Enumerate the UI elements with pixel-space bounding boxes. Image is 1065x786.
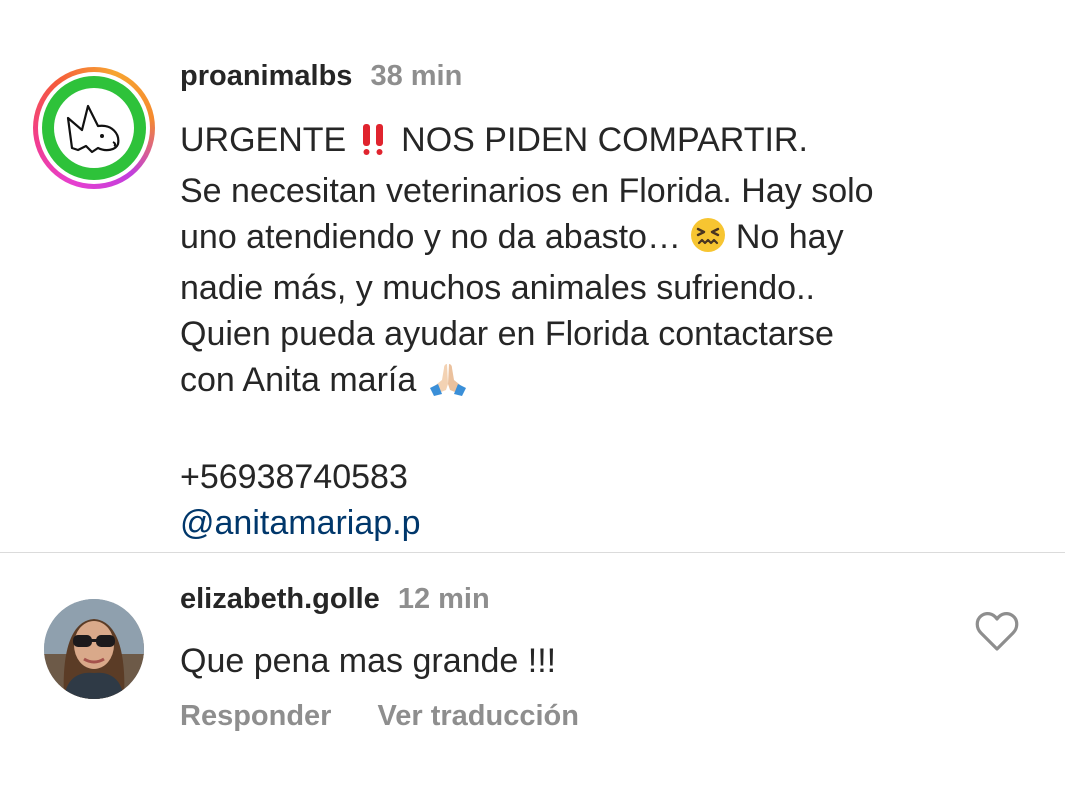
- confounded-face-icon: [690, 217, 726, 265]
- caption-line: NOS PIDEN COMPARTIR.: [401, 121, 808, 159]
- caption-line: No hay: [735, 218, 844, 256]
- post-timestamp: 38 min: [370, 60, 463, 92]
- caption-line: uno atendiendo y no da abasto…: [180, 218, 681, 256]
- folded-hands-icon: [426, 360, 470, 408]
- comment-text: Que pena mas grande !!!: [180, 642, 557, 680]
- caption-line: URGENTE: [180, 121, 347, 159]
- phone-number[interactable]: +56938740583: [180, 454, 1040, 500]
- post-header: proanimalbs 38 min: [180, 60, 462, 100]
- divider: [0, 552, 1065, 553]
- comments-screen: proanimalbs 38 min URGENTE NOS PIDEN COM…: [0, 0, 1065, 786]
- comment-actions: Responder Ver traducción: [180, 700, 579, 733]
- caption-line: con Anita maría: [180, 361, 417, 399]
- translate-button[interactable]: Ver traducción: [377, 700, 578, 733]
- reply-button[interactable]: Responder: [180, 700, 331, 733]
- comment-timestamp: 12 min: [397, 583, 490, 615]
- caption-line: Quien pueda ayudar en Florida contactars…: [180, 315, 834, 353]
- caption-line: Se necesitan veterinarios en Florida. Ha…: [180, 172, 874, 210]
- post-avatar[interactable]: [33, 67, 155, 189]
- dog-logo-icon: [54, 88, 134, 168]
- caption-text: URGENTE NOS PIDEN COMPARTIR. Se necesita…: [180, 117, 1040, 546]
- comment-avatar[interactable]: [44, 599, 144, 699]
- post-username[interactable]: proanimalbs: [180, 60, 352, 93]
- comment-header: elizabeth.golle 12 min: [180, 583, 490, 616]
- comment-username[interactable]: elizabeth.golle: [180, 583, 380, 616]
- heart-outline-icon[interactable]: [975, 612, 1019, 652]
- double-exclamation-icon: [356, 122, 392, 168]
- mention-link[interactable]: @anitamariap.p: [180, 500, 1040, 546]
- caption-line: nadie más, y muchos animales sufriendo..: [180, 269, 815, 307]
